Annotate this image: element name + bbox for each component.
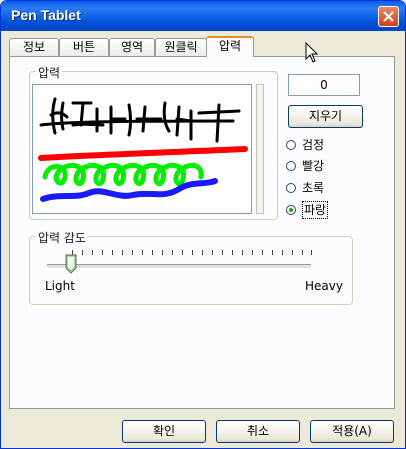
ok-button[interactable]: 확인 — [122, 420, 206, 443]
tab-info[interactable]: 정보 — [9, 38, 59, 56]
tab-area[interactable]: 영역 — [109, 38, 155, 56]
canvas-scrollbar[interactable] — [256, 84, 264, 214]
radio-red-label: 빨강 — [302, 159, 325, 173]
slider-ticks — [72, 250, 312, 255]
radio-circle — [286, 161, 296, 171]
tab-pressure-label: 압력 — [218, 39, 242, 53]
close-button[interactable] — [378, 6, 399, 27]
pressure-value-display: 0 — [288, 74, 360, 96]
slider-min-label: Light — [45, 279, 75, 293]
window-title: Pen Tablet — [11, 7, 81, 23]
close-icon — [383, 11, 394, 22]
tab-info-label: 정보 — [22, 40, 46, 54]
radio-circle — [286, 183, 296, 193]
slider-max-label: Heavy — [305, 279, 343, 293]
clear-button-label: 지우기 — [308, 109, 343, 123]
tab-one-click[interactable]: 원클릭 — [155, 38, 207, 56]
tab-buttons[interactable]: 버튼 — [59, 38, 109, 56]
radio-circle — [286, 140, 296, 150]
radio-black-label: 검정 — [302, 138, 325, 152]
pen-tablet-window: Pen Tablet 정보 버튼 영역 원클릭 압력 압력 0 지우기 검정 빨… — [0, 0, 406, 449]
tab-pressure[interactable]: 압력 — [206, 36, 254, 57]
clear-button[interactable]: 지우기 — [288, 105, 363, 128]
black-handwriting-stroke — [39, 97, 241, 143]
pressure-group-label: 압력 — [36, 64, 63, 81]
handwriting-drawing — [38, 97, 248, 202]
radio-selected-dot — [289, 208, 293, 212]
radio-blue-label: 파랑 — [302, 201, 329, 219]
red-line-stroke — [38, 146, 248, 161]
slider-track[interactable] — [47, 264, 311, 269]
green-loops-stroke — [42, 162, 204, 186]
radio-circle — [286, 205, 296, 215]
apply-button[interactable]: 적용(A) — [310, 420, 394, 443]
apply-button-label: 적용(A) — [332, 424, 372, 438]
radio-green-label: 초록 — [302, 181, 325, 195]
pressure-test-canvas[interactable] — [32, 84, 252, 214]
tab-one-click-label: 원클릭 — [164, 40, 198, 54]
sensitivity-group-label: 압력 감도 — [36, 229, 88, 246]
blue-wave-stroke — [40, 178, 218, 202]
tab-buttons-label: 버튼 — [72, 40, 96, 54]
slider-thumb[interactable] — [65, 254, 77, 274]
tab-area-label: 영역 — [120, 40, 144, 54]
sensitivity-group: 압력 감도 — [29, 229, 353, 305]
ok-button-label: 확인 — [152, 424, 176, 438]
cancel-button[interactable]: 취소 — [216, 420, 300, 443]
cancel-button-label: 취소 — [246, 424, 270, 438]
title-bar[interactable]: Pen Tablet — [1, 1, 405, 31]
mouse-cursor-icon — [305, 42, 319, 63]
